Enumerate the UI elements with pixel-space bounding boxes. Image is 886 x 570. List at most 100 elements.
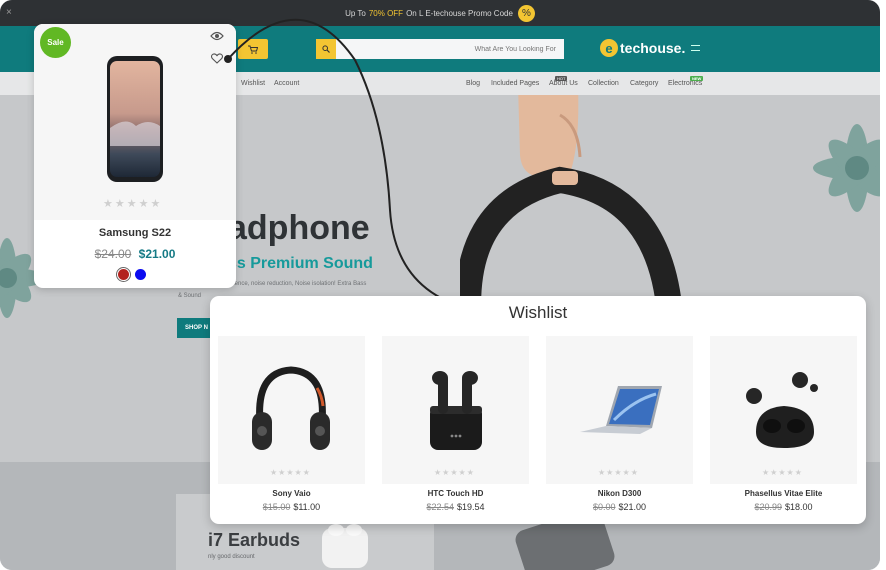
rating-stars: ★ ★ ★ ★ ★: [762, 468, 802, 477]
current-price: $21.00: [618, 502, 647, 512]
star-icon: ★: [458, 468, 466, 477]
promo-close-button[interactable]: ×: [6, 7, 12, 18]
star-icon: ★: [294, 468, 302, 477]
product-image: [107, 56, 163, 182]
headphones-image: [252, 366, 330, 450]
nav-item-electronics[interactable]: NEW Electronics: [668, 76, 704, 87]
wishlist-panel: Wishlist ★ ★ ★ ★ ★ Sony Vaio $15.00 $11.00: [210, 296, 866, 524]
rating-stars: ★ ★ ★ ★ ★: [598, 468, 638, 477]
star-icon: ★: [630, 468, 638, 477]
product-image-area: ★ ★ ★ ★ ★: [382, 336, 529, 484]
promo-card-title: i7 Earbuds: [208, 530, 301, 550]
star-icon: ★: [762, 468, 770, 477]
old-price: $22.54: [426, 502, 454, 512]
heart-icon[interactable]: [211, 53, 223, 64]
star-icon: ★: [150, 198, 161, 210]
star-icon: ★: [598, 468, 606, 477]
sale-badge: Sale: [40, 27, 71, 58]
current-price: $19.54: [457, 502, 485, 512]
nav-electronics-label: Electronics: [668, 80, 703, 87]
round-earbuds-image: [746, 372, 818, 448]
current-price: $11.00: [293, 502, 321, 512]
star-icon: ★: [114, 198, 125, 210]
old-price: $20.99: [754, 502, 782, 512]
product-name[interactable]: Phasellus Vitae Elite: [710, 489, 857, 498]
hero-description: erience, noise reduction, Noise isolatio…: [228, 281, 367, 287]
star-icon: ★: [770, 468, 778, 477]
nav-item-category[interactable]: Category: [630, 80, 658, 87]
nav-item-blog[interactable]: Blog: [466, 80, 480, 87]
old-price: $24.00: [94, 247, 132, 261]
wishlist-title: Wishlist: [508, 303, 568, 322]
star-icon: ★: [778, 468, 786, 477]
site-logo[interactable]: e techouse.: [600, 39, 701, 57]
promo-bar: × Up To 70% OFF On L E-techouse Promo Co…: [0, 0, 880, 26]
star-icon: ★: [794, 468, 802, 477]
search-input[interactable]: [336, 39, 564, 59]
current-price: $21.00: [138, 247, 176, 261]
menu-icon[interactable]: [691, 45, 701, 51]
product-image-area: ★ ★ ★ ★ ★: [546, 336, 693, 484]
product-name[interactable]: Sony Vaio: [218, 489, 365, 498]
star-icon: ★: [614, 468, 622, 477]
star-icon: ★: [286, 468, 294, 477]
star-icon: ★: [103, 198, 113, 210]
rating-stars: ★ ★ ★ ★ ★: [103, 197, 160, 210]
star-icon: ★: [442, 468, 450, 477]
laptop-image: [580, 386, 662, 434]
star-icon: ★: [138, 198, 149, 210]
star-icon: ★: [270, 468, 278, 477]
new-tag: NEW: [690, 76, 704, 81]
star-icon: ★: [126, 198, 137, 210]
wishlist-item[interactable]: ★ ★ ★ ★ ★ Phasellus Vitae Elite $20.99 $18.00: [710, 336, 857, 512]
airpods-image: [322, 524, 368, 568]
nav-item-collection[interactable]: Collection: [588, 80, 619, 87]
star-icon: ★: [606, 468, 614, 477]
promo-text-prefix: Up To: [345, 8, 366, 18]
logo-text: techouse.: [620, 40, 686, 56]
logo-mark: e: [600, 39, 618, 57]
nav-item-about-us[interactable]: HOT About Us: [549, 76, 578, 87]
star-icon: ★: [450, 468, 458, 477]
product-prices: $0.00 $21.00: [546, 502, 693, 512]
hero-description-2: & Sound: [178, 293, 202, 299]
product-name[interactable]: Samsung S22: [34, 227, 236, 239]
star-icon: ★: [786, 468, 794, 477]
color-swatches: [118, 269, 146, 280]
search-icon: [322, 45, 330, 53]
star-icon: ★: [302, 468, 310, 477]
old-price: $15.00: [262, 502, 291, 512]
rating-stars: ★ ★ ★ ★ ★: [434, 468, 474, 477]
nav-item-account[interactable]: Account: [274, 80, 299, 87]
promo-text-suffix: On L E-techouse Promo Code: [406, 8, 513, 18]
product-prices: $22.54 $19.54: [382, 502, 529, 512]
nav-item-wishlist[interactable]: Wishlist: [241, 80, 265, 87]
product-name[interactable]: HTC Touch HD: [382, 489, 529, 498]
wishlist-item[interactable]: ★ ★ ★ ★ ★ Nikon D300 $0.00 $21.00: [546, 336, 693, 512]
screenshot-frame: × Up To 70% OFF On L E-techouse Promo Co…: [0, 0, 880, 570]
cart-button[interactable]: [238, 39, 268, 59]
promo-highlight: 70% OFF: [368, 8, 404, 18]
color-swatch-red[interactable]: [118, 269, 129, 280]
hero-subtitle: ss Premium Sound: [228, 255, 373, 272]
old-price: $0.00: [592, 502, 616, 512]
color-swatch-blue[interactable]: [135, 269, 146, 280]
current-price: $18.00: [785, 502, 813, 512]
product-image-area: ★ ★ ★ ★ ★: [710, 336, 857, 484]
nav-about-label: About Us: [549, 80, 578, 87]
hot-tag: HOT: [555, 76, 568, 81]
nav-item-included-pages[interactable]: Included Pages: [491, 80, 539, 87]
star-icon: ★: [278, 468, 286, 477]
product-prices: $20.99 $18.00: [710, 502, 857, 512]
earbuds-case-image: [430, 371, 482, 450]
cart-icon: [248, 45, 258, 54]
star-icon: ★: [434, 468, 442, 477]
product-prices: $24.00 $21.00: [34, 247, 236, 261]
product-name[interactable]: Nikon D300: [546, 489, 693, 498]
eye-icon[interactable]: [210, 30, 224, 42]
wishlist-item[interactable]: ★ ★ ★ ★ ★ HTC Touch HD $22.54 $19.54: [382, 336, 529, 512]
search-button[interactable]: [316, 39, 336, 59]
hero-title: adphone: [228, 209, 370, 247]
product-card[interactable]: Sale ★ ★ ★ ★ ★ Samsung S22 $24.00 $21.00: [34, 24, 236, 288]
wishlist-item[interactable]: ★ ★ ★ ★ ★ Sony Vaio $15.00 $11.00: [218, 336, 365, 512]
